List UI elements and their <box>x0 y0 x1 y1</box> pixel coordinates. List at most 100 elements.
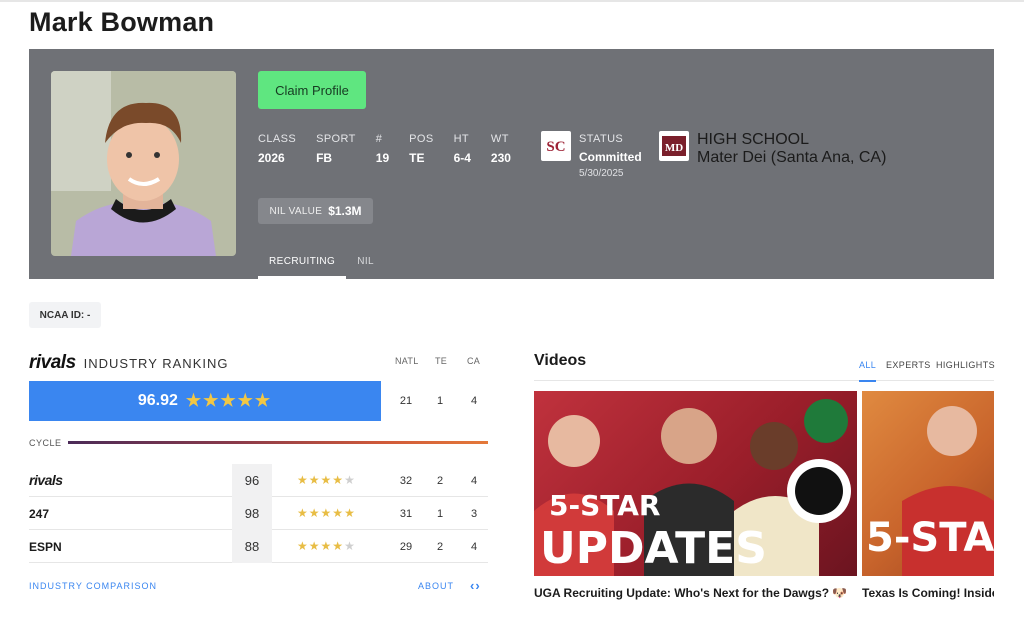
service-row: ESPN 88 ★★★★★ 29 2 4 <box>29 530 488 563</box>
cycle-timeline[interactable] <box>68 441 488 444</box>
player-photo <box>51 71 236 256</box>
service-stars-icon: ★★★★★ <box>297 539 356 553</box>
composite-stars-icon: ★★★★★ <box>186 391 272 411</box>
attr-value: 2026 <box>258 151 285 165</box>
tab-experts[interactable]: EXPERTS <box>886 360 931 380</box>
star-icon: ★ <box>332 473 345 487</box>
rivals-logo: rivals <box>29 352 76 373</box>
attr-label: SPORT <box>316 133 356 145</box>
star-icon: ★ <box>308 506 321 520</box>
player-name: Mark Bowman <box>29 7 215 37</box>
status-date: 5/30/2025 <box>579 168 624 179</box>
service-score: 98 <box>232 497 272 530</box>
svg-text:MD: MD <box>665 142 683 154</box>
status-label: STATUS <box>579 133 624 145</box>
svg-text:5-STA: 5-STA <box>866 515 994 561</box>
ncaa-id-badge: NCAA ID: - <box>29 302 101 328</box>
composite-pos: 1 <box>436 395 444 407</box>
star-icon: ★ <box>297 473 309 487</box>
ncaa-id-label: NCAA ID: <box>39 309 85 321</box>
composite-state: 4 <box>470 395 478 407</box>
tab-nil[interactable]: NIL <box>346 256 385 279</box>
claim-profile-button[interactable]: Claim Profile <box>258 71 366 109</box>
star-icon: ★ <box>185 391 204 410</box>
commitment-status: SC STATUS Committed 5/30/2025 <box>541 131 642 179</box>
service-state: 4 <box>470 541 478 553</box>
service-name: 247 <box>29 507 50 521</box>
star-icon: ★ <box>344 539 356 553</box>
service-name: ESPN <box>29 540 62 554</box>
star-icon: ★ <box>237 391 255 410</box>
player-attributes: CLASS 2026 SPORT FB # 19 POS TE HT 6-4 W… <box>258 133 531 165</box>
composite-score-bar: 96.92 ★★★★★ <box>29 381 381 421</box>
star-icon: ★ <box>332 539 345 553</box>
svg-text:UPDATES: UPDATES <box>540 523 767 574</box>
service-row: rivals 96 ★★★★★ 32 2 4 <box>29 464 488 497</box>
attr-label: HT <box>453 133 470 145</box>
service-row: 247 98 ★★★★★ 31 1 3 <box>29 497 488 530</box>
service-stars-icon: ★★★★★ <box>297 473 356 487</box>
nil-value-badge: NIL VALUE $1.3M <box>258 198 373 224</box>
ranking-title: INDUSTRY RANKING <box>83 355 229 371</box>
service-pos: 2 <box>436 541 444 553</box>
attr-value: 19 <box>375 151 390 165</box>
attr-label: CLASS <box>258 133 297 145</box>
star-icon: ★ <box>320 473 333 487</box>
video-thumbnail[interactable]: 5-STAR UPDATES <box>534 391 857 576</box>
mater-dei-logo-icon[interactable]: MD <box>659 131 689 161</box>
svg-text:SC: SC <box>546 139 565 155</box>
top-divider <box>0 0 1024 2</box>
star-icon: ★ <box>320 539 333 553</box>
attr-value: 6-4 <box>453 151 471 165</box>
attr-class: CLASS 2026 <box>258 133 296 165</box>
usc-logo-icon[interactable]: SC <box>541 131 571 161</box>
ranking-header: rivals INDUSTRY RANKING <box>29 352 228 374</box>
star-icon: ★ <box>203 391 221 410</box>
service-name: rivals <box>29 472 63 488</box>
attr-sport: SPORT FB <box>316 133 356 165</box>
star-icon: ★ <box>297 539 309 553</box>
col-position: TE <box>435 356 448 366</box>
svg-text:5-STAR: 5-STAR <box>549 489 660 522</box>
video-filter-tabs: ALL EXPERTS HIGHLIGHTS <box>534 356 995 382</box>
attr-weight: WT 230 <box>491 133 511 165</box>
profile-tabs: RECRUITING NIL <box>258 256 385 279</box>
star-icon: ★ <box>344 473 356 487</box>
star-icon: ★ <box>344 506 356 520</box>
service-state: 4 <box>470 475 478 487</box>
tab-highlights[interactable]: HIGHLIGHTS <box>936 360 995 380</box>
video-thumbnail[interactable]: 5-STA <box>862 391 994 576</box>
star-icon: ★ <box>308 539 321 553</box>
cycle-label: CYCLE <box>29 438 62 448</box>
service-natl: 29 <box>399 541 413 553</box>
star-icon: ★ <box>332 506 345 520</box>
high-school-value[interactable]: Mater Dei (Santa Ana, CA) <box>697 149 886 167</box>
tab-recruiting[interactable]: RECRUITING <box>258 256 347 279</box>
service-score: 96 <box>232 464 272 497</box>
attr-value: TE <box>409 151 425 165</box>
composite-score: 96.92 <box>137 392 178 409</box>
high-school: MD HIGH SCHOOL Mater Dei (Santa Ana, CA) <box>659 131 886 167</box>
industry-comparison-link[interactable]: INDUSTRY COMPARISON <box>29 581 157 591</box>
attr-label: # <box>375 133 383 145</box>
code-embed-icon[interactable]: ‹› <box>470 578 481 593</box>
attr-value: FB <box>316 151 333 165</box>
attr-height: HT 6-4 <box>454 133 471 165</box>
about-link[interactable]: ABOUT <box>418 581 454 591</box>
star-icon: ★ <box>308 473 321 487</box>
col-state: CA <box>467 356 481 366</box>
attr-value: 230 <box>490 151 511 165</box>
composite-natl: 21 <box>399 395 413 407</box>
ncaa-id-value: - <box>87 309 91 321</box>
profile-header: Claim Profile CLASS 2026 SPORT FB # 19 P… <box>29 49 994 279</box>
nil-label: NIL VALUE <box>269 205 323 217</box>
tab-all[interactable]: ALL <box>859 360 877 382</box>
video-caption[interactable]: UGA Recruiting Update: Who's Next for th… <box>534 586 857 600</box>
service-pos: 1 <box>436 508 444 520</box>
video-caption[interactable]: Texas Is Coming! Inside T <box>862 586 994 600</box>
attr-number: # 19 <box>376 133 389 165</box>
high-school-label: HIGH SCHOOL <box>697 131 810 148</box>
star-icon: ★ <box>320 506 333 520</box>
service-stars-icon: ★★★★★ <box>297 506 356 520</box>
service-natl: 32 <box>399 475 413 487</box>
